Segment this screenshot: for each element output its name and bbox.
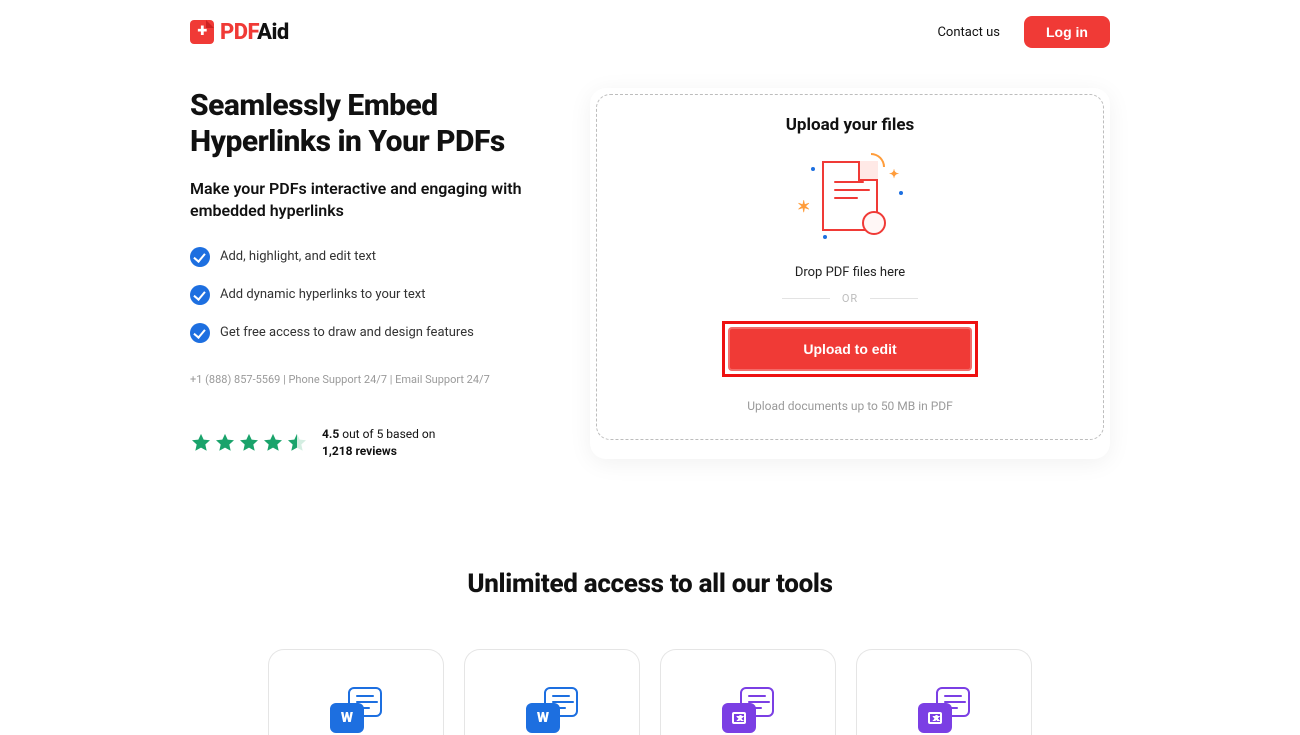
tool-card-image-to-pdf[interactable]: [856, 649, 1032, 735]
check-icon: [190, 323, 210, 343]
star-icon: [262, 432, 284, 454]
tool-cards: W W: [190, 649, 1110, 735]
upload-note: Upload documents up to 50 MB in PDF: [617, 399, 1083, 413]
doc-image-icon: [722, 687, 774, 733]
upload-title: Upload your files: [617, 115, 1083, 135]
stars: [190, 432, 308, 454]
feature-text: Get free access to draw and design featu…: [220, 325, 474, 340]
star-half-icon: [286, 432, 308, 454]
link-icon: [862, 211, 886, 235]
brand-dark: Aid: [257, 20, 289, 45]
page-title: Seamlessly Embed Hyperlinks in Your PDFs: [190, 88, 550, 160]
or-divider: OR: [617, 292, 1083, 305]
feature-item: Add dynamic hyperlinks to your text: [190, 285, 550, 305]
tool-card-word-to-pdf[interactable]: W: [464, 649, 640, 735]
upload-illustration: ✶✦: [795, 151, 905, 241]
login-button[interactable]: Log in: [1024, 16, 1110, 48]
star-icon: [190, 432, 212, 454]
page-subtitle: Make your PDFs interactive and engaging …: [190, 178, 550, 223]
check-icon: [190, 247, 210, 267]
star-icon: [238, 432, 260, 454]
support-line: +1 (888) 857-5569 | Phone Support 24/7 |…: [190, 373, 550, 386]
doc-word-icon: W: [526, 687, 578, 733]
upload-button-highlight: Upload to edit: [722, 321, 978, 377]
upload-dropzone[interactable]: Upload your files ✶✦ Drop PDF files here…: [596, 94, 1104, 440]
feature-list: Add, highlight, and edit text Add dynami…: [190, 247, 550, 343]
star-icon: [214, 432, 236, 454]
feature-item: Get free access to draw and design featu…: [190, 323, 550, 343]
tool-card-pdf-to-image[interactable]: [660, 649, 836, 735]
logo[interactable]: PDFAid: [190, 20, 289, 45]
contact-link[interactable]: Contact us: [937, 25, 1000, 40]
upload-button[interactable]: Upload to edit: [728, 327, 972, 371]
drop-text: Drop PDF files here: [617, 265, 1083, 280]
tools-title: Unlimited access to all our tools: [190, 569, 1110, 599]
tool-card-pdf-to-word[interactable]: W: [268, 649, 444, 735]
upload-card: Upload your files ✶✦ Drop PDF files here…: [590, 88, 1110, 459]
feature-item: Add, highlight, and edit text: [190, 247, 550, 267]
brand-red: PDF: [220, 20, 257, 45]
doc-word-icon: W: [330, 687, 382, 733]
rating: 4.5 out of 5 based on 1,218 reviews: [190, 426, 550, 460]
feature-text: Add, highlight, and edit text: [220, 249, 376, 264]
check-icon: [190, 285, 210, 305]
rating-text: 4.5 out of 5 based on 1,218 reviews: [322, 426, 435, 460]
feature-text: Add dynamic hyperlinks to your text: [220, 287, 426, 302]
doc-image-icon: [918, 687, 970, 733]
topbar: PDFAid Contact us Log in: [190, 16, 1110, 48]
logo-icon: [190, 20, 214, 44]
document-icon: [822, 161, 878, 231]
